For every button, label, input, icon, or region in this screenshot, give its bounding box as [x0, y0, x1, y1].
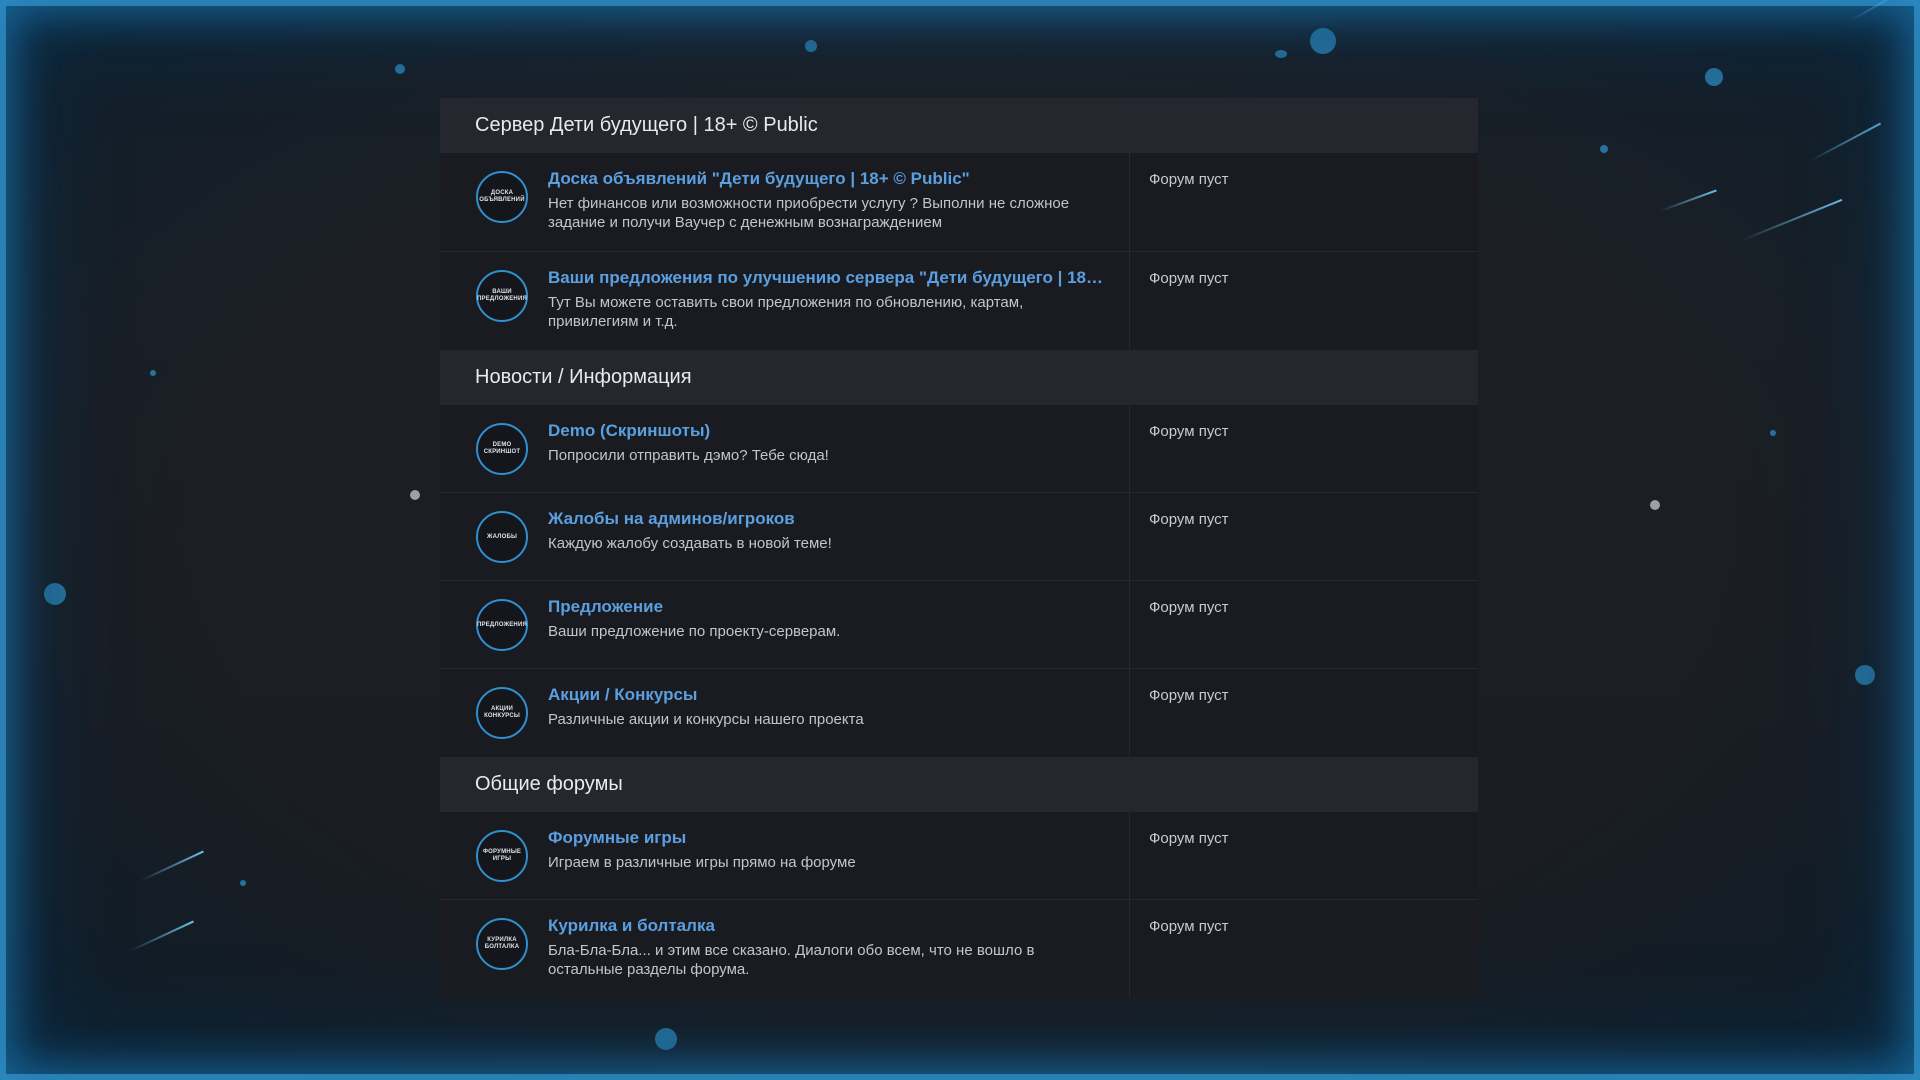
forum-icon[interactable]: АКЦИИ КОНКУРСЫ [476, 687, 528, 739]
forum-description: Ваши предложение по проекту-серверам. [548, 623, 841, 640]
forum-icon[interactable]: ДОСКА ОБЪЯВЛЕНИЙ [476, 171, 528, 223]
decor-speck [44, 583, 66, 605]
forum-icon[interactable]: DEMO СКРИНШОТ [476, 423, 528, 475]
forum-title-link[interactable]: Demo (Скриншоты) [548, 419, 1111, 443]
forum-last-post: Форум пуст [1149, 599, 1229, 616]
forum-row-main: КУРИЛКА БОЛТАЛКА Курилка и болталка Бла-… [440, 900, 1130, 998]
forum-description: Тут Вы можете оставить свои предложения … [548, 294, 1024, 330]
forum-row: ДОСКА ОБЪЯВЛЕНИЙ Доска объявлений "Дети … [440, 153, 1478, 252]
forum-icon[interactable]: ПРЕДЛОЖЕНИЯ [476, 599, 528, 651]
decor-speck [1770, 430, 1776, 436]
decor-speck [1705, 68, 1723, 86]
decor-dot [1650, 500, 1660, 510]
forum-description: Попросили отправить дэмо? Тебе сюда! [548, 447, 829, 464]
category-title: Сервер Дети будущего | 18+ © Public [475, 114, 818, 136]
forum-row: ПРЕДЛОЖЕНИЯ Предложение Ваши предложение… [440, 581, 1478, 669]
forum-row-main: ПРЕДЛОЖЕНИЯ Предложение Ваши предложение… [440, 581, 1130, 668]
forum-title-link[interactable]: Курилка и болталка [548, 914, 1111, 938]
forum-row-main: ДОСКА ОБЪЯВЛЕНИЙ Доска объявлений "Дети … [440, 153, 1130, 251]
forum-last-post: Форум пуст [1149, 270, 1229, 287]
forum-description: Играем в различные игры прямо на форуме [548, 854, 856, 871]
forum-icon[interactable]: ВАШИ ПРЕДЛОЖЕНИЯ [476, 270, 528, 322]
forum-row-main: DEMO СКРИНШОТ Demo (Скриншоты) Попросили… [440, 405, 1130, 492]
category-title: Общие форумы [475, 773, 623, 795]
forum-row-main: ВАШИ ПРЕДЛОЖЕНИЯ Ваши предложения по улу… [440, 252, 1130, 350]
forum-description: Нет финансов или возможности приобрести … [548, 195, 1070, 231]
decor-speck [1855, 665, 1875, 685]
forum-description: Каждую жалобу создавать в новой теме! [548, 535, 832, 552]
forum-row: ВАШИ ПРЕДЛОЖЕНИЯ Ваши предложения по улу… [440, 252, 1478, 350]
decor-speck [655, 1028, 677, 1050]
category-title: Новости / Информация [475, 366, 692, 388]
forum-last-post: Форум пуст [1149, 918, 1229, 935]
forum-description: Различные акции и конкурсы нашего проект… [548, 711, 864, 728]
forum-last-post: Форум пуст [1149, 830, 1229, 847]
forum-title-link[interactable]: Ваши предложения по улучшению сервера "Д… [548, 266, 1111, 290]
forum-icon[interactable]: КУРИЛКА БОЛТАЛКА [476, 918, 528, 970]
category-body: ДОСКА ОБЪЯВЛЕНИЙ Доска объявлений "Дети … [440, 153, 1478, 350]
forum-icon[interactable]: ЖАЛОБЫ [476, 511, 528, 563]
decor-speck [395, 64, 405, 74]
category-header[interactable]: Сервер Дети будущего | 18+ © Public [440, 98, 1478, 153]
forum-row-main: ФОРУМНЫЕ ИГРЫ Форумные игры Играем в раз… [440, 812, 1130, 899]
forum-row: DEMO СКРИНШОТ Demo (Скриншоты) Попросили… [440, 405, 1478, 493]
forum-title-link[interactable]: Форумные игры [548, 826, 1111, 850]
decor-speck [150, 370, 156, 376]
decor-speck [1275, 50, 1287, 58]
forum-title-link[interactable]: Предложение [548, 595, 1111, 619]
forum-row-main: ЖАЛОБЫ Жалобы на админов/игроков Каждую … [440, 493, 1130, 580]
decor-dot [410, 490, 420, 500]
forum-row-main: АКЦИИ КОНКУРСЫ Акции / Конкурсы Различны… [440, 669, 1130, 757]
forum-description: Бла-Бла-Бла... и этим все сказано. Диало… [548, 942, 1035, 978]
forum-list: Сервер Дети будущего | 18+ © Public ДОСК… [440, 98, 1478, 998]
decor-speck [240, 880, 246, 886]
forum-row: КУРИЛКА БОЛТАЛКА Курилка и болталка Бла-… [440, 900, 1478, 998]
decor-speck [1310, 28, 1336, 54]
decor-speck [805, 40, 817, 52]
category-header[interactable]: Общие форумы [440, 757, 1478, 812]
forum-title-link[interactable]: Жалобы на админов/игроков [548, 507, 1111, 531]
forum-title-link[interactable]: Доска объявлений "Дети будущего | 18+ © … [548, 167, 1111, 191]
decor-speck [1600, 145, 1608, 153]
forum-last-post: Форум пуст [1149, 171, 1229, 188]
forum-last-post: Форум пуст [1149, 687, 1229, 704]
category-body: ФОРУМНЫЕ ИГРЫ Форумные игры Играем в раз… [440, 812, 1478, 998]
forum-icon[interactable]: ФОРУМНЫЕ ИГРЫ [476, 830, 528, 882]
forum-row: ФОРУМНЫЕ ИГРЫ Форумные игры Играем в раз… [440, 812, 1478, 900]
forum-row: АКЦИИ КОНКУРСЫ Акции / Конкурсы Различны… [440, 669, 1478, 757]
forum-last-post: Форум пуст [1149, 423, 1229, 440]
forum-last-post: Форум пуст [1149, 511, 1229, 528]
category-header[interactable]: Новости / Информация [440, 350, 1478, 405]
forum-row: ЖАЛОБЫ Жалобы на админов/игроков Каждую … [440, 493, 1478, 581]
forum-title-link[interactable]: Акции / Конкурсы [548, 683, 1111, 707]
category-body: DEMO СКРИНШОТ Demo (Скриншоты) Попросили… [440, 405, 1478, 757]
